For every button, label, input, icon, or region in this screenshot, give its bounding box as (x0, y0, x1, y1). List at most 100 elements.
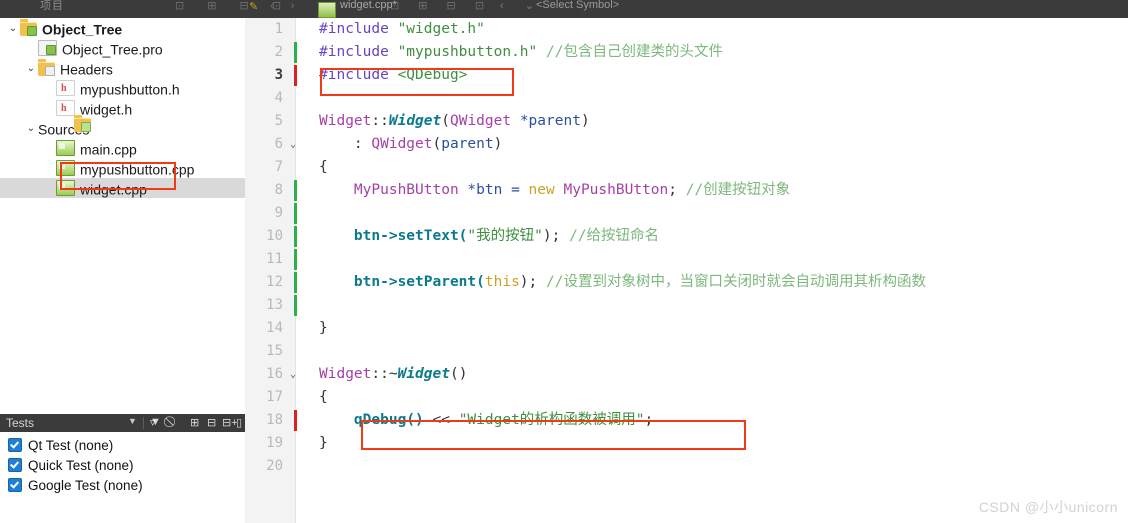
chevron-down-icon[interactable]: ⌄ (24, 59, 38, 79)
tree-item-object-tree[interactable]: ⌄ Object_Tree (0, 18, 245, 38)
code-token: #include (319, 67, 389, 83)
change-marker-green (294, 295, 297, 316)
code-line[interactable]: 18 qDebug() << "Widget的析构函数被调用"; (245, 409, 1128, 432)
header-file-icon (56, 99, 75, 119)
code-line[interactable]: 10 btn->setText("我的按钮"); //给按钮命名 (245, 225, 1128, 248)
code-line[interactable]: 20 (245, 455, 1128, 478)
line-number: 5 (274, 113, 283, 129)
tree-item-mypushbutton-h[interactable]: mypushbutton.h (0, 78, 245, 99)
checkbox-checked-icon[interactable] (8, 458, 22, 472)
code-token: ::~ (371, 366, 398, 382)
code-line[interactable]: 4 (245, 87, 1128, 110)
code-text: } (319, 432, 328, 455)
code-line[interactable]: 13 (245, 294, 1128, 317)
folder-project-icon (20, 19, 37, 36)
test-list-item[interactable]: Google Test (none) (8, 476, 245, 496)
tree-item-label: Object_Tree.pro (62, 41, 163, 58)
code-token: } (319, 320, 328, 336)
code-token: //创建按钮对象 (685, 182, 791, 198)
code-token: { (319, 159, 328, 175)
code-line[interactable]: 5 Widget::Widget(QWidget *parent) (245, 110, 1128, 133)
top-toolbar: 项目 ⊡ ⊞ ⊟ ⊡ ⊡ ⊞ ⊟ ⊡ ✎ ‹ › widget.cpp* ‹ ⌄… (0, 0, 1128, 18)
code-line[interactable]: 7{ (245, 156, 1128, 179)
tree-item-widget-cpp[interactable]: widget.cpp (0, 178, 245, 198)
checkbox-checked-icon[interactable] (8, 478, 22, 492)
code-line[interactable]: 2 #include "mypushbutton.h" //包含自己创建类的头文件 (245, 41, 1128, 64)
code-text: : QWidget(parent) (353, 136, 503, 152)
code-line[interactable]: 11 (245, 248, 1128, 271)
code-line[interactable]: 8 MyPushBUtton *btn = new MyPushBUtton; … (245, 179, 1128, 202)
line-number: 14 (266, 320, 283, 336)
editor-tab-widget-cpp[interactable]: widget.cpp* (340, 0, 397, 11)
checkbox-checked-icon[interactable] (8, 438, 22, 452)
code-text: } (319, 317, 328, 340)
code-line[interactable]: 9 (245, 202, 1128, 225)
chevron-down-icon[interactable]: ⌄ (6, 19, 20, 39)
code-line[interactable]: 6 ⌄ : QWidget(parent) (245, 133, 1128, 156)
line-number: 16 (266, 366, 283, 382)
code-token: "widget.h" (397, 21, 485, 37)
code-text: btn->setText("我的按钮"); //给按钮命名 (319, 225, 659, 248)
collapse-all-icon[interactable]: ⊟ (207, 416, 216, 429)
line-number: 9 (274, 205, 283, 221)
tree-item-headers[interactable]: ⌄ Headers (0, 58, 245, 78)
line-number: 4 (274, 90, 283, 106)
test-list-item-label: Google Test (none) (28, 478, 143, 493)
toolbar-icon-group-2[interactable]: ⊡ ⊞ ⊟ ⊡ (390, 0, 492, 12)
tree-item-main-cpp[interactable]: main.cpp (0, 138, 245, 158)
change-marker-red (294, 410, 297, 431)
tests-panel: Tests ▼ ▼ ▿ ⃠ ⊞ ⊟ ⊟+ ▯ Qt Test (none) Qui… (0, 414, 245, 523)
code-line[interactable]: 14} (245, 317, 1128, 340)
test-list-item-label: Qt Test (none) (28, 438, 114, 453)
code-text: btn->setParent(this); //设置到对象树中，当窗口关闭时就会… (319, 271, 926, 294)
line-number: 7 (274, 159, 283, 175)
change-marker-green (294, 42, 297, 63)
pro-file-icon (38, 40, 57, 56)
code-line[interactable]: 1 #include "widget.h" (245, 18, 1128, 41)
code-line[interactable]: 12 btn->setParent(this); //设置到对象树中，当窗口关闭… (245, 271, 1128, 294)
chevron-down-icon[interactable]: ▼ (128, 416, 137, 426)
fold-chevron-down-icon[interactable]: ⌄ (287, 363, 299, 386)
tree-item-label: Object_Tree (42, 21, 123, 38)
filter-funnel-icon[interactable]: ▿ (150, 416, 156, 429)
panel-icon[interactable]: ▯ (236, 416, 242, 429)
code-token: :: (371, 113, 389, 129)
code-line[interactable]: 15 (245, 340, 1128, 363)
line-number: 11 (266, 251, 283, 267)
project-selector-label[interactable]: 项目 (40, 0, 64, 13)
chevron-down-icon[interactable]: ⌄ (24, 119, 38, 139)
code-token: ; (644, 412, 654, 428)
cpp-file-icon (56, 160, 75, 176)
tests-list: Qt Test (none) Quick Test (none) Google Te… (8, 436, 245, 496)
code-line[interactable]: 17 { (245, 386, 1128, 409)
expand-all-icon[interactable]: ⊞ (190, 416, 199, 429)
code-editor[interactable]: 1 #include "widget.h" 2 #include "mypushbut… (245, 18, 1128, 523)
tree-item-label: Headers (60, 61, 113, 78)
test-list-item[interactable]: Qt Test (none) (8, 436, 245, 456)
tree-item-widget-h[interactable]: widget.h (0, 98, 245, 119)
line-number: 10 (266, 228, 283, 244)
tree-item-sources[interactable]: ⌄ Sources (0, 115, 245, 139)
change-marker-red (294, 65, 297, 86)
code-token: << (432, 412, 450, 428)
header-file-icon (56, 79, 75, 99)
change-marker-green (294, 180, 297, 201)
tree-item-object-tree-pro[interactable]: Object_Tree.pro (0, 38, 245, 58)
code-line[interactable]: 19} (245, 432, 1128, 455)
code-line[interactable]: 3 #include <QDebug> (245, 64, 1128, 87)
code-token: //给按钮命名 (569, 228, 660, 244)
line-number: 1 (274, 21, 283, 37)
line-number: 15 (266, 343, 283, 359)
fold-chevron-down-icon[interactable]: ⌄ (287, 133, 299, 156)
symbol-selector[interactable]: <Select Symbol> (536, 0, 619, 11)
code-token: { (319, 389, 328, 405)
code-line[interactable]: 16 ⌄ Widget::~Widget() (245, 363, 1128, 386)
line-number: 8 (274, 182, 283, 198)
tab-nav-icons[interactable]: ‹ › (270, 0, 301, 12)
code-token: Widget (397, 366, 450, 382)
tree-item-label: mypushbutton.h (80, 81, 180, 98)
line-number: 13 (266, 297, 283, 313)
tree-item-mypushbutton-cpp[interactable]: mypushbutton.cpp (0, 158, 245, 178)
test-list-item[interactable]: Quick Test (none) (8, 456, 245, 476)
line-number: 18 (266, 412, 283, 428)
